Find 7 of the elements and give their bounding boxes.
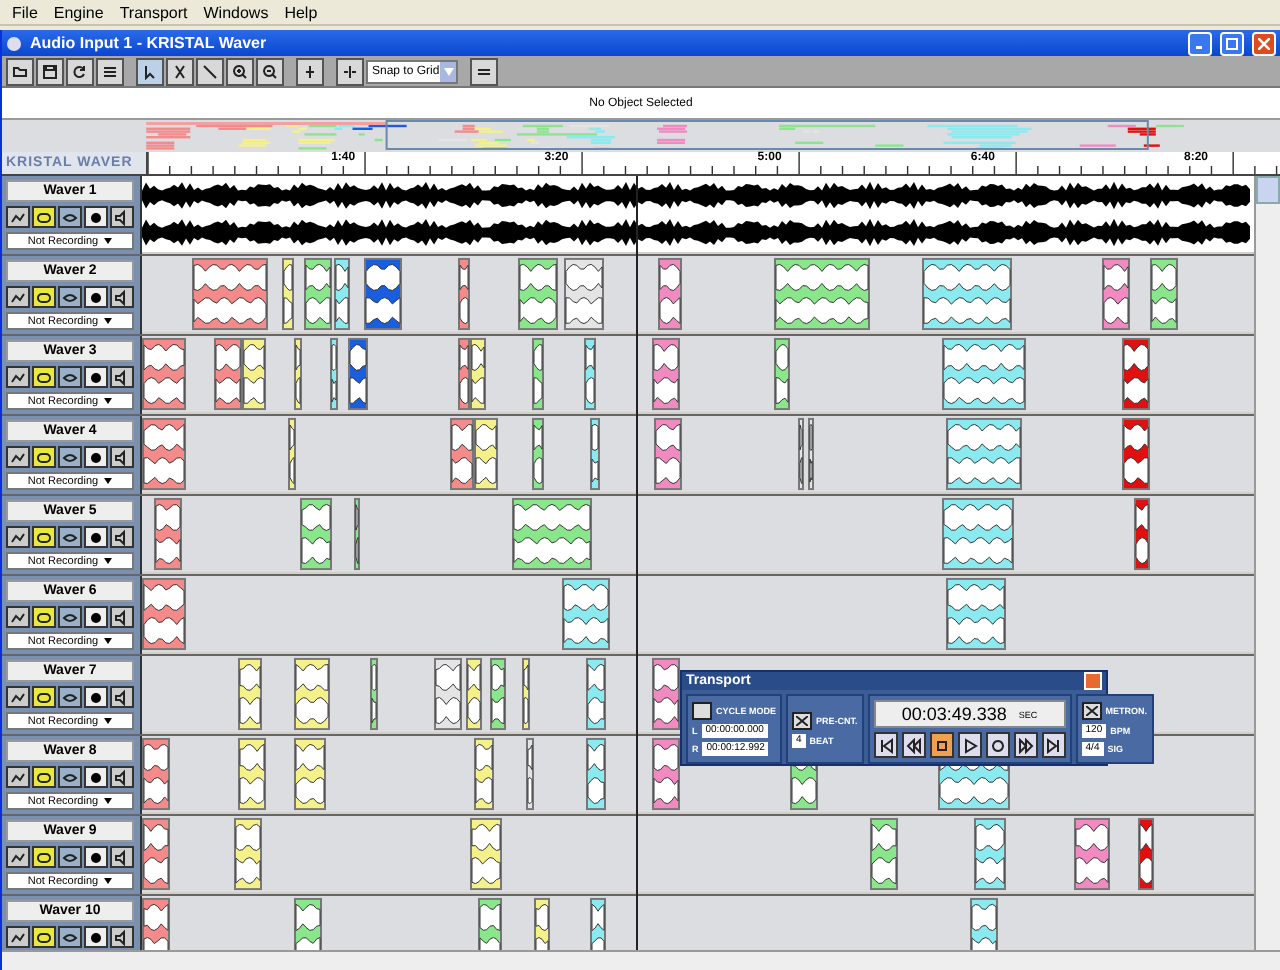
menu-item[interactable]: Engine — [45, 3, 112, 21]
menu-item[interactable]: Windows — [195, 3, 277, 21]
menu-item[interactable]: File — [4, 3, 46, 21]
time-readout: 00:03:49.338 — [901, 704, 1007, 724]
window-title: Audio Input 1 - KRISTAL Waver — [30, 34, 269, 52]
menu-item[interactable]: Help — [276, 3, 326, 21]
menu-item[interactable]: Transport — [111, 3, 196, 21]
